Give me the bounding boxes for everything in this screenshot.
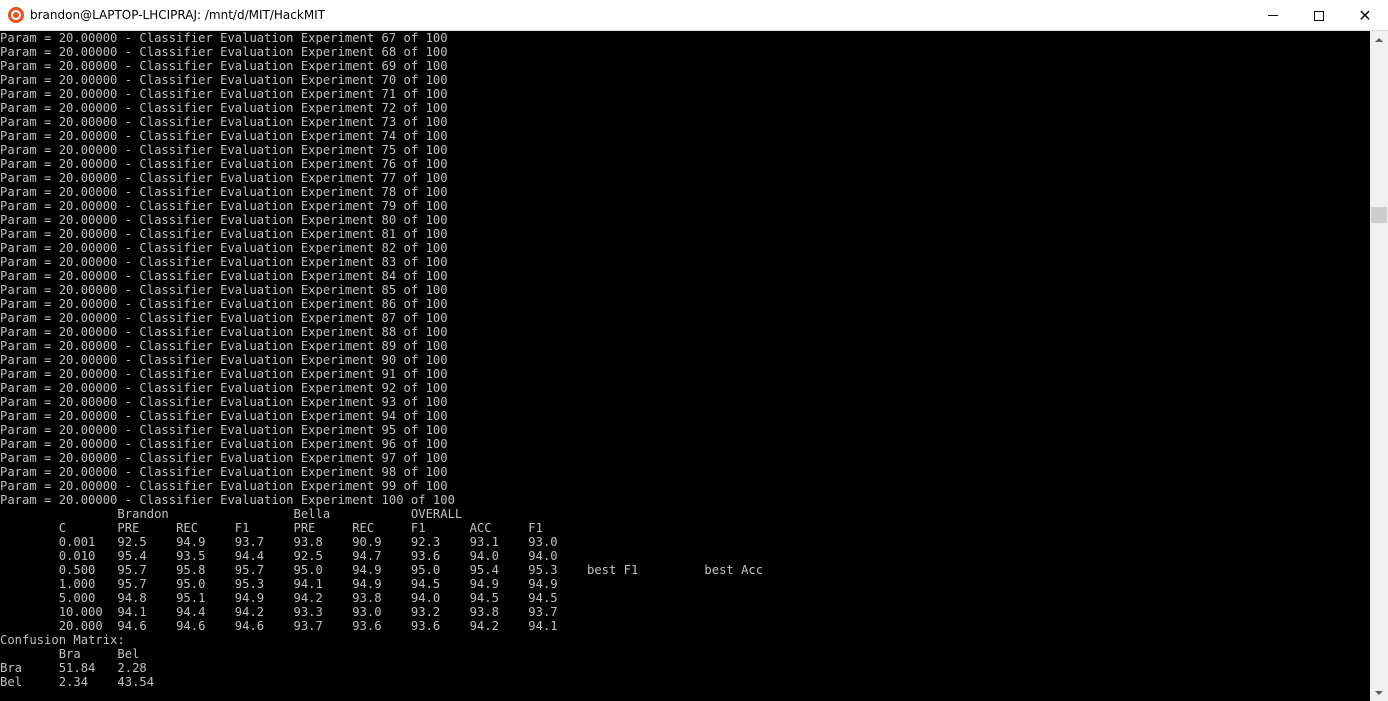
terminal-line: Param = 20.00000 - Classifier Evaluation… — [0, 31, 448, 45]
terminal-line: Param = 20.00000 - Classifier Evaluation… — [0, 283, 448, 297]
terminal-line: Param = 20.00000 - Classifier Evaluation… — [0, 101, 448, 115]
terminal-line: Param = 20.00000 - Classifier Evaluation… — [0, 479, 448, 493]
terminal-line: Param = 20.00000 - Classifier Evaluation… — [0, 157, 448, 171]
terminal-line: Param = 20.00000 - Classifier Evaluation… — [0, 185, 448, 199]
maximize-icon — [1314, 10, 1324, 21]
scroll-down-button[interactable] — [1370, 684, 1388, 701]
terminal-line: Param = 20.00000 - Classifier Evaluation… — [0, 437, 448, 451]
scroll-up-button[interactable] — [1370, 31, 1388, 48]
title-bar[interactable]: brandon@LAPTOP-LHCIPRAJ: /mnt/d/MIT/Hack… — [0, 0, 1388, 31]
terminal-line: Param = 20.00000 - Classifier Evaluation… — [0, 297, 448, 311]
close-icon: ✕ — [1358, 6, 1372, 25]
minimize-icon — [1268, 15, 1278, 16]
terminal-line: Bra 51.84 2.28 — [0, 661, 147, 675]
maximize-button[interactable] — [1296, 0, 1342, 31]
terminal-line: Param = 20.00000 - Classifier Evaluation… — [0, 227, 448, 241]
window-title: brandon@LAPTOP-LHCIPRAJ: /mnt/d/MIT/Hack… — [30, 8, 326, 22]
vertical-scrollbar[interactable] — [1370, 31, 1388, 701]
terminal-line: Param = 20.00000 - Classifier Evaluation… — [0, 409, 448, 423]
ubuntu-icon — [8, 7, 24, 23]
terminal-line: 10.000 94.1 94.4 94.2 93.3 93.0 93.2 93.… — [0, 605, 558, 619]
terminal-line: 5.000 94.8 95.1 94.9 94.2 93.8 94.0 94.5… — [0, 591, 558, 605]
terminal-line: Param = 20.00000 - Classifier Evaluation… — [0, 129, 448, 143]
terminal-line: Param = 20.00000 - Classifier Evaluation… — [0, 381, 448, 395]
terminal-line: Param = 20.00000 - Classifier Evaluation… — [0, 213, 448, 227]
terminal-line: Param = 20.00000 - Classifier Evaluation… — [0, 451, 448, 465]
chevron-down-icon — [1375, 690, 1383, 695]
terminal-line: C PRE REC F1 PRE REC F1 ACC F1 — [0, 521, 543, 535]
terminal-text: Param = 20.00000 - Classifier Evaluation… — [0, 31, 763, 689]
terminal-line: Param = 20.00000 - Classifier Evaluation… — [0, 423, 448, 437]
terminal-line: Param = 20.00000 - Classifier Evaluation… — [0, 171, 448, 185]
terminal-line: Brandon Bella OVERALL — [0, 507, 463, 521]
terminal-line: Bel 2.34 43.54 — [0, 675, 155, 689]
terminal-line: Param = 20.00000 - Classifier Evaluation… — [0, 395, 448, 409]
terminal-line: 0.010 95.4 93.5 94.4 92.5 94.7 93.6 94.0… — [0, 549, 558, 563]
chevron-up-icon — [1375, 37, 1383, 42]
terminal-output[interactable]: Param = 20.00000 - Classifier Evaluation… — [0, 31, 1370, 701]
terminal-line: Param = 20.00000 - Classifier Evaluation… — [0, 353, 448, 367]
terminal-line: Param = 20.00000 - Classifier Evaluation… — [0, 465, 448, 479]
terminal-line: Param = 20.00000 - Classifier Evaluation… — [0, 367, 448, 381]
terminal-line: Param = 20.00000 - Classifier Evaluation… — [0, 493, 455, 507]
terminal-line: Param = 20.00000 - Classifier Evaluation… — [0, 143, 448, 157]
terminal-line: Param = 20.00000 - Classifier Evaluation… — [0, 59, 448, 73]
minimize-button[interactable] — [1250, 0, 1296, 31]
terminal-line: Param = 20.00000 - Classifier Evaluation… — [0, 199, 448, 213]
terminal-line: 0.500 95.7 95.8 95.7 95.0 94.9 95.0 95.4… — [0, 563, 764, 577]
terminal-line: Param = 20.00000 - Classifier Evaluation… — [0, 325, 448, 339]
terminal-line: Bra Bel — [0, 647, 140, 661]
terminal-line: Param = 20.00000 - Classifier Evaluation… — [0, 255, 448, 269]
terminal-line: 1.000 95.7 95.0 95.3 94.1 94.9 94.5 94.9… — [0, 577, 558, 591]
terminal-line: Confusion Matrix: — [0, 633, 125, 647]
terminal-line: Param = 20.00000 - Classifier Evaluation… — [0, 115, 448, 129]
terminal-line: Param = 20.00000 - Classifier Evaluation… — [0, 269, 448, 283]
terminal-line: Param = 20.00000 - Classifier Evaluation… — [0, 241, 448, 255]
terminal-line: Param = 20.00000 - Classifier Evaluation… — [0, 73, 448, 87]
scroll-thumb[interactable] — [1371, 207, 1387, 223]
terminal-line: 0.001 92.5 94.9 93.7 93.8 90.9 92.3 93.1… — [0, 535, 558, 549]
terminal-line: Param = 20.00000 - Classifier Evaluation… — [0, 87, 448, 101]
close-button[interactable]: ✕ — [1342, 0, 1388, 31]
terminal-line: 20.000 94.6 94.6 94.6 93.7 93.6 93.6 94.… — [0, 619, 558, 633]
terminal-line: Param = 20.00000 - Classifier Evaluation… — [0, 339, 448, 353]
terminal-line: Param = 20.00000 - Classifier Evaluation… — [0, 311, 448, 325]
terminal-line: Param = 20.00000 - Classifier Evaluation… — [0, 45, 448, 59]
